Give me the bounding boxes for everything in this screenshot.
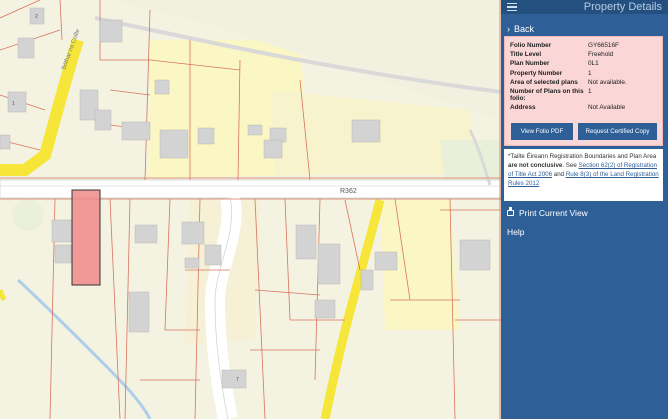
detail-label: Title Level	[510, 51, 542, 59]
detail-row: Folio Number GY66516F	[510, 41, 627, 50]
note-text: *Tailte Éireann Registration Boundaries …	[508, 153, 657, 160]
detail-value: Not available.	[588, 78, 627, 86]
chevron-right-icon: ›	[507, 24, 510, 34]
back-label: Back	[514, 24, 535, 34]
property-details-panel: Property Details › Back Folio Number GY66…	[501, 0, 668, 419]
detail-row: Property Number 1	[510, 69, 627, 78]
svg-text:7: 7	[236, 377, 239, 383]
note-bold: are not conclusive	[508, 162, 563, 169]
details-table: Folio Number GY66516F Title Level Freehold…	[510, 41, 627, 112]
print-current-view-button[interactable]: Print Current View	[507, 207, 588, 218]
detail-value: GY66516F	[588, 42, 619, 50]
note-text: and	[553, 171, 565, 178]
request-certified-copy-button[interactable]: Request Certified Copy	[578, 123, 657, 140]
detail-row: Number of Plans on this folio: 1	[510, 87, 627, 103]
help-label: Help	[507, 227, 525, 237]
detail-value: 0L1	[588, 60, 599, 68]
green-area	[12, 199, 44, 231]
view-folio-pdf-button[interactable]: View Folio PDF	[511, 123, 573, 140]
disclaimer-note: *Tailte Éireann Registration Boundaries …	[504, 149, 663, 201]
svg-text:2: 2	[35, 14, 38, 20]
detail-value: Not Available	[588, 104, 626, 112]
detail-row: Title Level Freehold	[510, 50, 627, 59]
printer-icon	[507, 207, 514, 216]
print-label: Print Current View	[519, 208, 588, 218]
help-button[interactable]: Help	[507, 227, 524, 237]
road-label: R362	[340, 188, 357, 195]
detail-row: Address Not Available	[510, 103, 627, 112]
svg-text:1: 1	[12, 101, 15, 107]
panel-header: Property Details	[501, 0, 668, 14]
selected-parcel[interactable]	[71, 189, 101, 286]
note-text: . See	[562, 162, 577, 169]
detail-row: Plan Number 0L1	[510, 59, 627, 68]
detail-value: Freehold	[588, 51, 614, 59]
map-canvas[interactable]: R362 Bóthar na Coille 2 1 7	[0, 0, 501, 419]
detail-row: Area of selected plans Not available.	[510, 78, 627, 87]
detail-value: 1	[588, 69, 592, 77]
detail-label: Property Number	[510, 69, 563, 77]
detail-label: Folio Number	[510, 42, 552, 50]
panel-title: Property Details	[583, 1, 662, 13]
detail-label: Number of Plans on this folio:	[510, 88, 584, 103]
detail-label: Area of selected plans	[510, 78, 578, 86]
detail-value: 1	[588, 88, 592, 96]
detail-label: Address	[510, 104, 536, 112]
detail-label: Plan Number	[510, 60, 550, 68]
property-details-card: Folio Number GY66516F Title Level Freehold…	[504, 36, 663, 146]
menu-icon[interactable]	[507, 2, 517, 12]
